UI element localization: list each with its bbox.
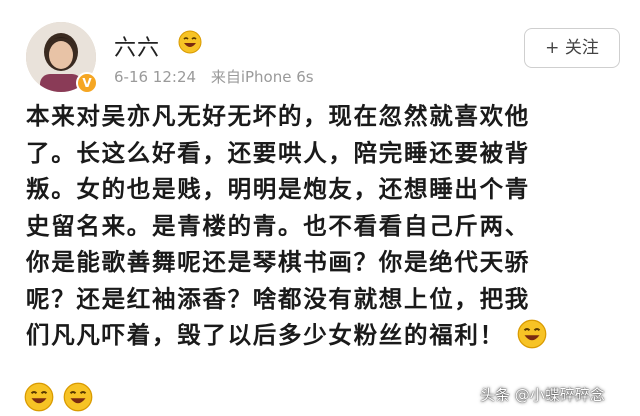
laughing-emoji-icon [517, 319, 547, 360]
post-line: 了。长这么好看，还要哄人，陪完睡还要被背 [26, 138, 530, 167]
laughing-emoji-icon [178, 30, 202, 58]
laughing-emoji-icon [24, 382, 54, 412]
post-line: 叛。女的也是贱，明明是炮友，还想睡出个青 [26, 175, 530, 203]
post-meta: 6-16 12:24 来自iPhone 6s [114, 66, 324, 87]
post-line: 们凡凡吓着，毁了以后多少女粉丝的福利！ [26, 321, 505, 349]
post-line-last: 们凡凡吓着，毁了以后多少女粉丝的福利！ [26, 317, 626, 354]
watermark: 头条 @小蝶碎碎念 [480, 386, 605, 404]
post-line: 呢？还是红袖添香？啥都没有就想上位，把我 [26, 284, 530, 313]
verified-badge: V [76, 72, 98, 94]
post-source: 来自iPhone 6s [210, 68, 314, 86]
post-line: 你是能歌善舞呢还是琴棋书画？你是绝代天骄 [26, 248, 530, 276]
post-header: V 六六 6-16 12:24 来自iPhone 6s + 关注 [0, 0, 640, 100]
post-body: 本来对吴亦凡无好无坏的，现在忽然就喜欢他 了。长这么好看，还要哄人，陪完睡还要被… [26, 98, 626, 354]
follow-button[interactable]: + 关注 [524, 28, 620, 68]
post-timestamp: 6-16 12:24 [114, 68, 197, 86]
username[interactable]: 六六 [114, 30, 160, 62]
emoji-row [24, 382, 97, 416]
post-line: 史留名来。是青楼的青。也不看看自己斤两、 [26, 211, 530, 240]
laughing-emoji-icon [63, 382, 93, 412]
post-line: 本来对吴亦凡无好无坏的，现在忽然就喜欢他 [26, 102, 530, 130]
